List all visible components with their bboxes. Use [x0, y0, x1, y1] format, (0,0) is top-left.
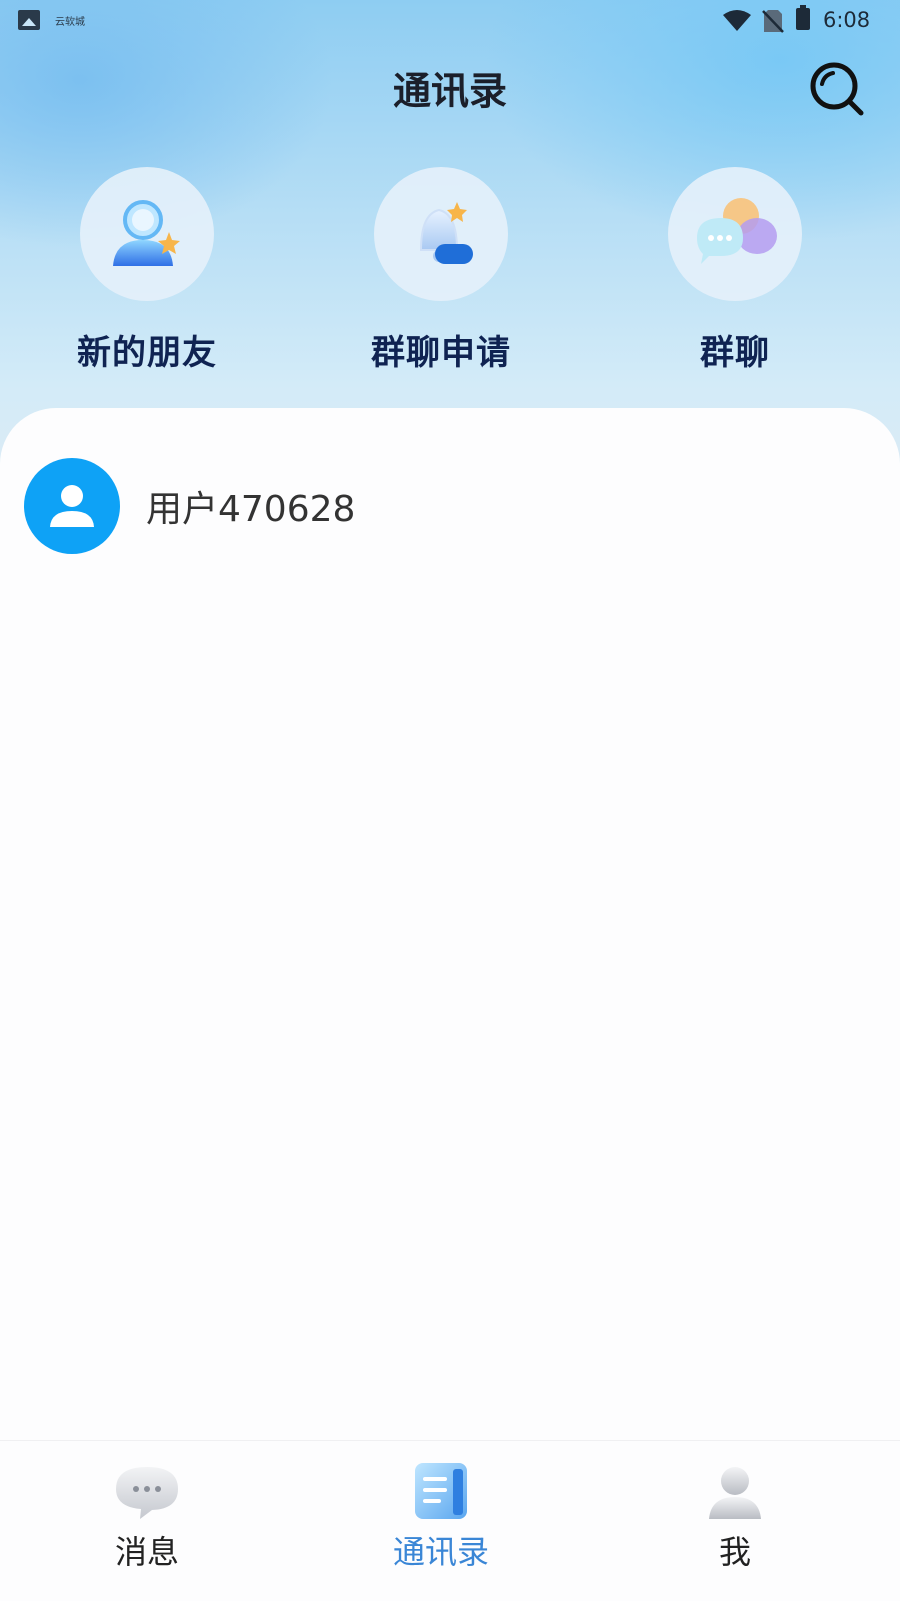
page-title: 通讯录: [392, 69, 507, 113]
status-time: 6:08: [823, 8, 871, 32]
group-requests-shortcut[interactable]: 群聊申请: [341, 167, 541, 374]
tab-label: 消息: [114, 1533, 179, 1571]
tab-me[interactable]: 我: [645, 1457, 825, 1573]
tab-label: 通讯录: [392, 1533, 489, 1571]
status-bar: 云软城 6:08: [0, 0, 900, 42]
tab-messages[interactable]: 消息: [57, 1457, 237, 1573]
new-friend-icon: [80, 167, 214, 301]
tab-contacts[interactable]: 通讯录: [351, 1457, 531, 1573]
notification-app-label: 云软城: [55, 17, 85, 28]
shortcut-label: 群聊: [700, 333, 770, 373]
shortcut-label: 新的朋友: [77, 333, 217, 373]
bottom-tab-bar: 消息 通讯录 我: [0, 1440, 900, 1601]
battery-icon: [796, 5, 810, 30]
profile-icon: [700, 1457, 770, 1521]
tab-label: 我: [718, 1533, 751, 1571]
chat-bubbles-icon: [668, 167, 802, 301]
wifi-icon: [723, 10, 751, 31]
new-friends-shortcut[interactable]: 新的朋友: [47, 167, 247, 374]
avatar: [24, 458, 120, 554]
contact-item[interactable]: 用户470628: [24, 458, 355, 554]
group-chats-shortcut[interactable]: 群聊: [635, 167, 835, 374]
image-notification-icon: [18, 10, 40, 30]
message-icon: [112, 1457, 182, 1521]
person-icon: [50, 485, 94, 527]
shortcut-label: 群聊申请: [371, 333, 511, 373]
contacts-panel: [0, 408, 900, 1440]
search-icon[interactable]: [808, 60, 866, 118]
contact-name: 用户470628: [146, 489, 356, 530]
bell-icon: [374, 167, 508, 301]
contacts-icon: [406, 1457, 476, 1521]
no-sim-icon: [762, 10, 784, 33]
